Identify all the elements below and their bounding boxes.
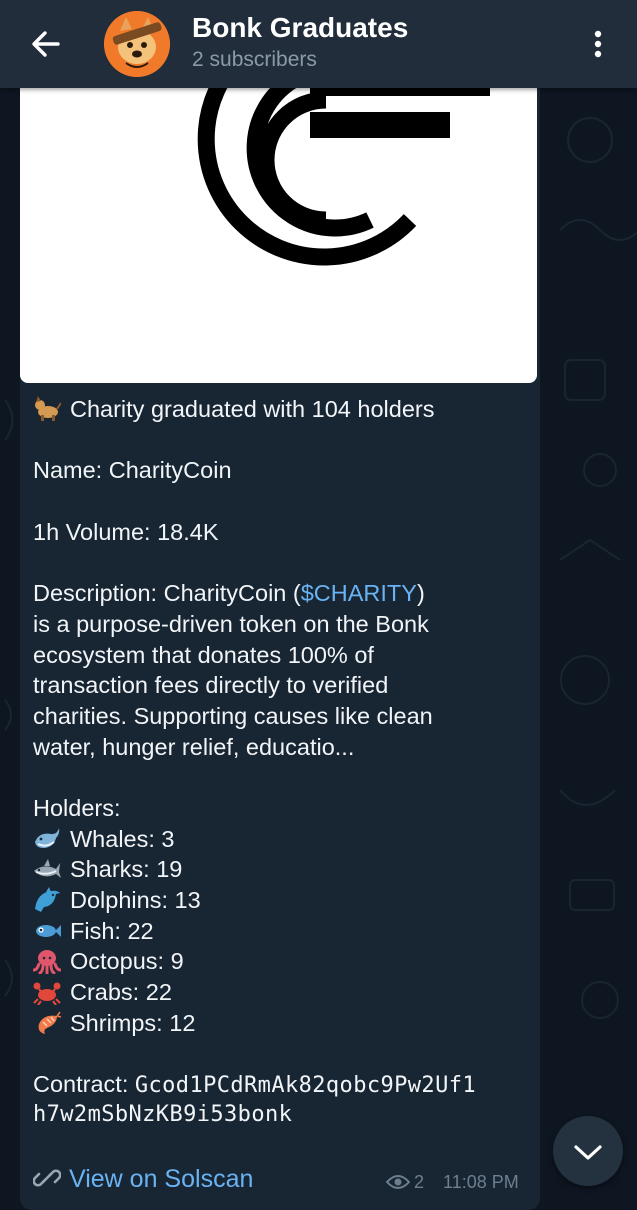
shrimp-emoji-icon xyxy=(33,1010,62,1036)
message-bubble: Charity graduated with 104 holders Name:… xyxy=(20,60,540,1210)
message-image[interactable] xyxy=(20,60,537,383)
octopus-emoji-icon xyxy=(32,948,62,975)
description-line: water, hunger relief, educatio... xyxy=(33,733,355,760)
holder-count-text: Fish: 22 xyxy=(70,917,154,944)
name-line: Name: CharityCoin xyxy=(33,457,232,484)
back-button[interactable] xyxy=(24,22,68,66)
contract-address-part1[interactable]: Gcod1PCdRmAk82qobc9Pw2Uf1 xyxy=(135,1073,476,1098)
description-line: is a purpose-driven token on the Bonk xyxy=(33,610,429,637)
chat-header: Bonk Graduates 2 subscribers xyxy=(0,0,637,88)
view-on-solscan-link[interactable]: View on Solscan xyxy=(32,1164,253,1194)
chevron-down-icon xyxy=(574,1145,602,1160)
holder-row-octopus: Octopus: 9 xyxy=(32,946,533,977)
headline-text: Charity graduated with 104 holders xyxy=(70,396,435,422)
holder-row-sharks: Sharks: 19 xyxy=(33,854,533,885)
holder-row-crabs: Crabs: 22 xyxy=(33,977,533,1008)
volume-line: 1h Volume: 18.4K xyxy=(33,518,219,545)
scroll-down-button[interactable] xyxy=(553,1116,623,1186)
holder-row-fish: Fish: 22 xyxy=(33,916,533,947)
contract-address-part2[interactable]: h7w2mSbNzKB9i53bonk xyxy=(33,1100,533,1131)
dog-emoji-icon xyxy=(33,396,62,422)
channel-title[interactable]: Bonk Graduates xyxy=(192,12,408,44)
arrow-left-icon xyxy=(32,31,60,57)
channel-avatar[interactable] xyxy=(104,11,170,77)
description-first-line: Description: CharityCoin ($CHARITY) xyxy=(33,578,533,609)
message-meta: 2 11:08 PM xyxy=(385,1172,519,1193)
holder-row-whales: Whales: 3 xyxy=(33,824,533,855)
solscan-link-label[interactable]: View on Solscan xyxy=(69,1165,253,1193)
holder-count-text: Dolphins: 13 xyxy=(70,887,201,913)
dolphin-emoji-icon xyxy=(33,887,61,913)
shark-emoji-icon xyxy=(33,856,61,882)
holder-count-text: Sharks: 19 xyxy=(70,856,183,883)
contract-line: Contract: Gcod1PCdRmAk82qobc9Pw2Uf1 xyxy=(33,1069,533,1100)
bonk-dog-avatar-icon xyxy=(104,11,170,77)
description-line: ecosystem that donates 100% of xyxy=(33,641,374,668)
link-icon xyxy=(32,1169,62,1187)
holder-count-text: Whales: 3 xyxy=(70,825,175,852)
description-suffix: ) xyxy=(416,580,425,607)
message-text: Charity graduated with 104 holders Name:… xyxy=(32,394,533,1131)
charity-coin-logo xyxy=(197,60,490,266)
holder-count-text: Crabs: 22 xyxy=(70,979,172,1006)
more-options-button[interactable] xyxy=(582,22,614,66)
ticker-cashtag-link[interactable]: $CHARITY xyxy=(301,580,417,606)
holders-label: Holders: xyxy=(33,794,121,821)
whale-emoji-icon xyxy=(33,826,61,852)
description-line: charities. Supporting causes like clean xyxy=(33,702,433,729)
holder-row-shrimps: Shrimps: 12 xyxy=(33,1008,533,1039)
eye-icon xyxy=(385,1175,411,1189)
crab-emoji-icon xyxy=(33,979,61,1006)
subscriber-count: 2 subscribers xyxy=(192,48,317,71)
holder-row-dolphins: Dolphins: 13 xyxy=(33,885,533,916)
fish-emoji-icon xyxy=(33,918,61,944)
contract-label: Contract: xyxy=(33,1071,135,1098)
headline-line: Charity graduated with 104 holders xyxy=(33,394,533,425)
description-prefix: Description: CharityCoin ( xyxy=(33,580,301,607)
message-time: 11:08 PM xyxy=(443,1172,519,1192)
description-line: transaction fees directly to verified xyxy=(33,672,389,699)
more-vertical-icon xyxy=(594,30,602,58)
holder-count-text: Octopus: 9 xyxy=(70,948,184,975)
holder-count-text: Shrimps: 12 xyxy=(70,1009,196,1036)
view-count: 2 xyxy=(414,1172,425,1192)
